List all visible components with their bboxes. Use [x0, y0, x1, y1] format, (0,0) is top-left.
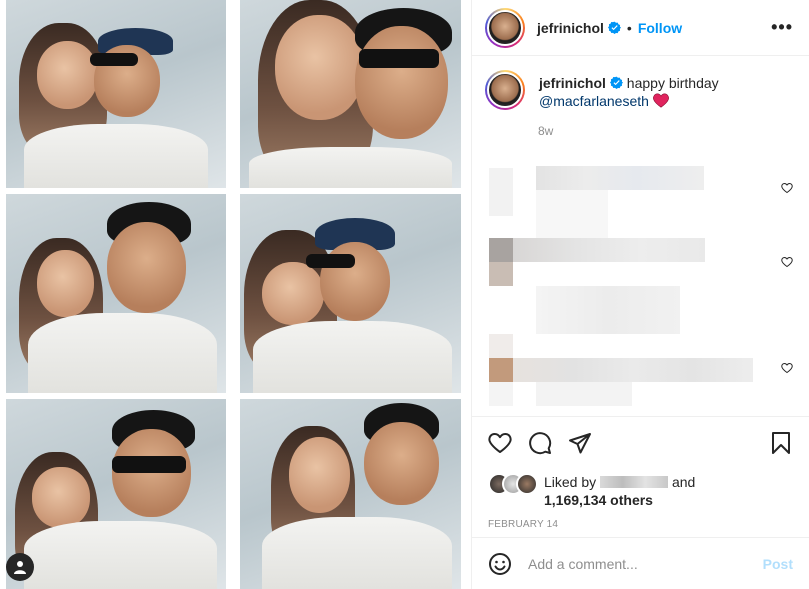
- more-options-icon[interactable]: •••: [771, 17, 793, 38]
- photo-booth-frame-1: [6, 0, 226, 188]
- verified-badge-icon: [607, 21, 621, 34]
- caption-author-avatar[interactable]: [485, 70, 525, 110]
- post-date[interactable]: FEBRUARY 14: [488, 519, 793, 530]
- post-header: jefrinichol • Follow •••: [472, 0, 809, 56]
- likes-summary: Liked by and 1,169,134 others: [488, 473, 793, 509]
- emoji-smiley-icon[interactable]: [488, 552, 512, 576]
- liker-avatars[interactable]: [488, 473, 542, 495]
- comment-like-icon[interactable]: [781, 182, 793, 194]
- photo-booth-frame-4: [240, 194, 461, 393]
- post-side-panel: jefrinichol • Follow ••• jefrinichol hap…: [472, 0, 809, 589]
- likes-and-label: and: [671, 474, 696, 490]
- photo-booth-frame-3: [6, 194, 226, 393]
- person-icon: [14, 561, 26, 574]
- redacted-liker-name[interactable]: [600, 476, 669, 488]
- post-actions: Liked by and 1,169,134 others FEBRUARY 1…: [472, 416, 809, 530]
- author-username[interactable]: jefrinichol: [537, 20, 604, 36]
- comment-input[interactable]: [528, 555, 763, 572]
- follow-button[interactable]: Follow: [638, 20, 682, 36]
- caption-body: jefrinichol happy birthday @macfarlanese…: [539, 70, 719, 110]
- paper-plane-share-icon[interactable]: [568, 431, 592, 455]
- bookmark-save-icon[interactable]: [769, 431, 793, 455]
- post-caption: jefrinichol happy birthday @macfarlanese…: [472, 56, 809, 110]
- post-media[interactable]: [0, 0, 472, 589]
- caption-text: happy birthday: [626, 75, 719, 91]
- heart-outline-icon[interactable]: [488, 431, 512, 455]
- author-avatar[interactable]: [485, 7, 525, 48]
- liked-by-label: Liked by: [544, 474, 597, 490]
- likes-count-link[interactable]: 1,169,134 others: [544, 492, 653, 508]
- separator-dot: •: [626, 19, 632, 36]
- caption-mention-link[interactable]: @macfarlaneseth: [539, 93, 649, 109]
- caption-username[interactable]: jefrinichol: [539, 75, 606, 91]
- comment-bubble-icon[interactable]: [528, 431, 552, 455]
- post-comment-button[interactable]: Post: [763, 556, 793, 572]
- photo-booth-frame-6: [240, 399, 461, 589]
- add-comment-bar: Post: [472, 537, 809, 589]
- likes-text: Liked by and 1,169,134 others: [544, 473, 695, 509]
- photo-booth-frame-5: [6, 399, 226, 589]
- red-heart-emoji-icon: [652, 93, 669, 108]
- tagged-user-icon[interactable]: [6, 553, 34, 581]
- comments-list: [472, 160, 809, 415]
- photo-booth-frame-2: [240, 0, 461, 188]
- caption-verified-badge-icon: [609, 76, 623, 89]
- caption-timestamp[interactable]: 8w: [538, 124, 809, 138]
- comment-like-icon[interactable]: [781, 256, 793, 268]
- action-icons-row: [488, 417, 793, 469]
- comment-like-icon[interactable]: [781, 362, 793, 374]
